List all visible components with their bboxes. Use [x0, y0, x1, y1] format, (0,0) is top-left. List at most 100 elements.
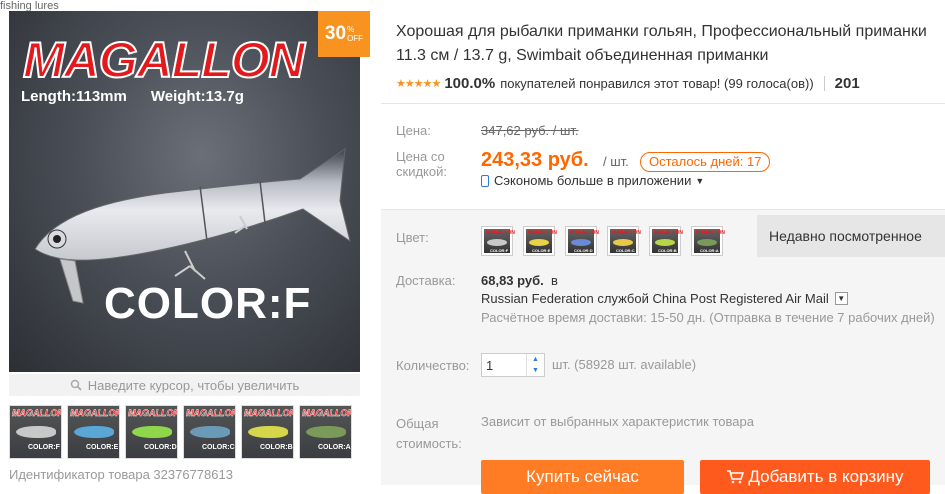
swatch-image: MAGALLON COLOR:E [526, 229, 557, 253]
color-swatch[interactable]: MAGALLON COLOR:E [523, 226, 557, 256]
quantity-label: Количество: [396, 358, 470, 373]
shipping-service-row[interactable]: Russian Federation службой China Post Re… [481, 291, 848, 306]
thumbnail-color-label: COLOR:B [260, 444, 293, 451]
thumbnail-strip: MAGALLON COLOR:F MAGALLON COLOR:E MAGALLON CO… [9, 405, 352, 459]
product-id: Идентификатор товара 32376778613 [9, 467, 233, 482]
discount-symbol: % [347, 25, 355, 34]
swatch-brand: MAGALLON [486, 230, 515, 236]
swatch-fish [613, 239, 633, 246]
thumbnail-brand: MAGALLON [12, 408, 62, 418]
rating-row: ★★★★★ 100.0% покупателей понравился этот… [396, 75, 860, 92]
swatch-brand: MAGALLON [654, 230, 683, 236]
quantity-stepper[interactable]: ▲ ▼ [481, 353, 545, 377]
swatch-label: COLOR:D [574, 248, 593, 253]
swatch-image: MAGALLON COLOR:D [568, 229, 599, 253]
color-swatch[interactable]: MAGALLON COLOR:A [691, 226, 725, 256]
days-left-badge: Осталось дней: 17 [640, 152, 771, 172]
color-swatches: MAGALLON COLOR:F MAGALLON COLOR:E MAGALLON CO… [481, 226, 725, 256]
swatch-image: MAGALLON COLOR:A [694, 229, 725, 253]
thumbnail-color-label: COLOR:C [202, 444, 235, 451]
add-to-cart-label: Добавить в корзину [748, 467, 904, 486]
swatch-label: COLOR:A [700, 248, 719, 253]
app-save-text: Сэкономь больше в приложении [494, 173, 692, 188]
swatch-brand: MAGALLON [528, 230, 557, 236]
recently-viewed-tab[interactable]: Недавно посмотренное [757, 215, 945, 257]
phone-icon [481, 174, 489, 187]
shipping-dropdown-icon[interactable]: ▼ [834, 292, 848, 305]
shipping-label: Доставка: [396, 273, 456, 288]
thumbnail-color-label: COLOR:E [86, 444, 119, 451]
swatch-fish [697, 239, 717, 246]
add-to-cart-button[interactable]: Добавить в корзину [700, 460, 930, 494]
swatch-label: COLOR:C [616, 248, 635, 253]
swatch-fish [529, 239, 549, 246]
total-label: Общая стоимость: [396, 416, 462, 451]
swatch-label: COLOR:B [658, 248, 677, 253]
zoom-hint: Наведите курсор, чтобы увеличить [9, 374, 360, 396]
rating-text[interactable]: покупателей понравился этот товар! (99 г… [500, 76, 813, 91]
weight-spec: Weight:13.7g [150, 88, 244, 105]
section-divider [381, 103, 945, 104]
product-specs: Length:113mm Weight:13.7g [21, 88, 244, 105]
discount-price-label: Цена со скидкой: [396, 149, 447, 179]
thumbnail-fish [248, 426, 288, 438]
old-price: 347,62 руб. / шт. [481, 123, 579, 138]
swatch-label: COLOR:F [490, 248, 509, 253]
price-label: Цена: [396, 123, 431, 138]
thumbnail-brand: MAGALLON [302, 408, 352, 418]
swatch-label: COLOR:E [532, 248, 551, 253]
rating-divider [823, 76, 825, 91]
length-spec: Length:113mm [21, 88, 127, 105]
swatch-fish [487, 239, 507, 246]
thumbnail-fish [190, 426, 230, 438]
shipping-cost-row: 68,83 руб. в [481, 273, 558, 288]
main-product-image[interactable]: MAGALLON Length:113mm Weight:13.7g COLOR:… [9, 11, 360, 372]
per-unit: / шт. [603, 154, 629, 169]
product-title: Хорошая для рыбалки приманки гольян, Про… [396, 23, 927, 64]
color-swatch[interactable]: MAGALLON COLOR:F [481, 226, 515, 256]
color-swatch[interactable]: MAGALLON COLOR:C [607, 226, 641, 256]
chevron-down-icon: ▼ [695, 175, 705, 186]
thumbnail-fish [132, 426, 172, 438]
brand-logo: MAGALLON [22, 31, 306, 89]
thumbnail-image[interactable]: MAGALLON COLOR:B [241, 405, 294, 459]
swatch-brand: MAGALLON [570, 230, 599, 236]
decrement-arrow-icon[interactable]: ▼ [527, 365, 544, 376]
quantity-available: шт. (58928 шт. available) [552, 357, 697, 372]
swatch-image: MAGALLON COLOR:C [610, 229, 641, 253]
thumbnail-image[interactable]: MAGALLON COLOR:C [183, 405, 236, 459]
thumbnail-brand: MAGALLON [186, 408, 236, 418]
rating-percent: 100.0% [444, 75, 496, 92]
thumbnail-fish [16, 426, 56, 438]
thumbnail-image[interactable]: MAGALLON COLOR:D [125, 405, 178, 459]
thumbnail-fish [74, 426, 114, 438]
thumbnail-fish [306, 426, 346, 438]
quantity-spin[interactable]: ▲ ▼ [526, 354, 544, 376]
swatch-brand: MAGALLON [612, 230, 641, 236]
color-swatch[interactable]: MAGALLON COLOR:B [649, 226, 683, 256]
thumbnail-brand: MAGALLON [70, 408, 120, 418]
thumbnail-image[interactable]: MAGALLON COLOR:F [9, 405, 62, 459]
thumbnail-image[interactable]: MAGALLON COLOR:A [299, 405, 352, 459]
total-value: Зависит от выбранных характеристик товар… [481, 414, 754, 429]
color-swatch[interactable]: MAGALLON COLOR:D [565, 226, 599, 256]
discount-off: OFF [347, 34, 364, 43]
discount-badge: 30 % OFF [318, 11, 370, 57]
app-save-link[interactable]: Сэкономь больше в приложении ▼ [481, 173, 704, 188]
thumbnail-image[interactable]: MAGALLON COLOR:E [67, 405, 120, 459]
rating-stars-icon[interactable]: ★★★★★ [396, 77, 441, 90]
thumbnail-color-label: COLOR:A [318, 444, 351, 451]
thumbnail-color-label: COLOR:D [144, 444, 177, 451]
shipping-time: Расчётное время доставки: 15-50 дн. (Отп… [481, 310, 935, 325]
shipping-to: в [551, 273, 558, 288]
magnifier-icon [70, 379, 82, 391]
shipping-cost: 68,83 руб. [481, 273, 544, 288]
increment-arrow-icon[interactable]: ▲ [527, 354, 544, 365]
color-label: COLOR:F [104, 279, 312, 328]
thumbnail-brand: MAGALLON [244, 408, 294, 418]
discount-percent: 30 [324, 23, 347, 44]
buy-now-button[interactable]: Купить сейчас [481, 460, 684, 494]
quantity-input[interactable] [482, 354, 526, 376]
brand-logo-text: MAGALLON [22, 31, 306, 89]
swatch-fish [655, 239, 675, 246]
